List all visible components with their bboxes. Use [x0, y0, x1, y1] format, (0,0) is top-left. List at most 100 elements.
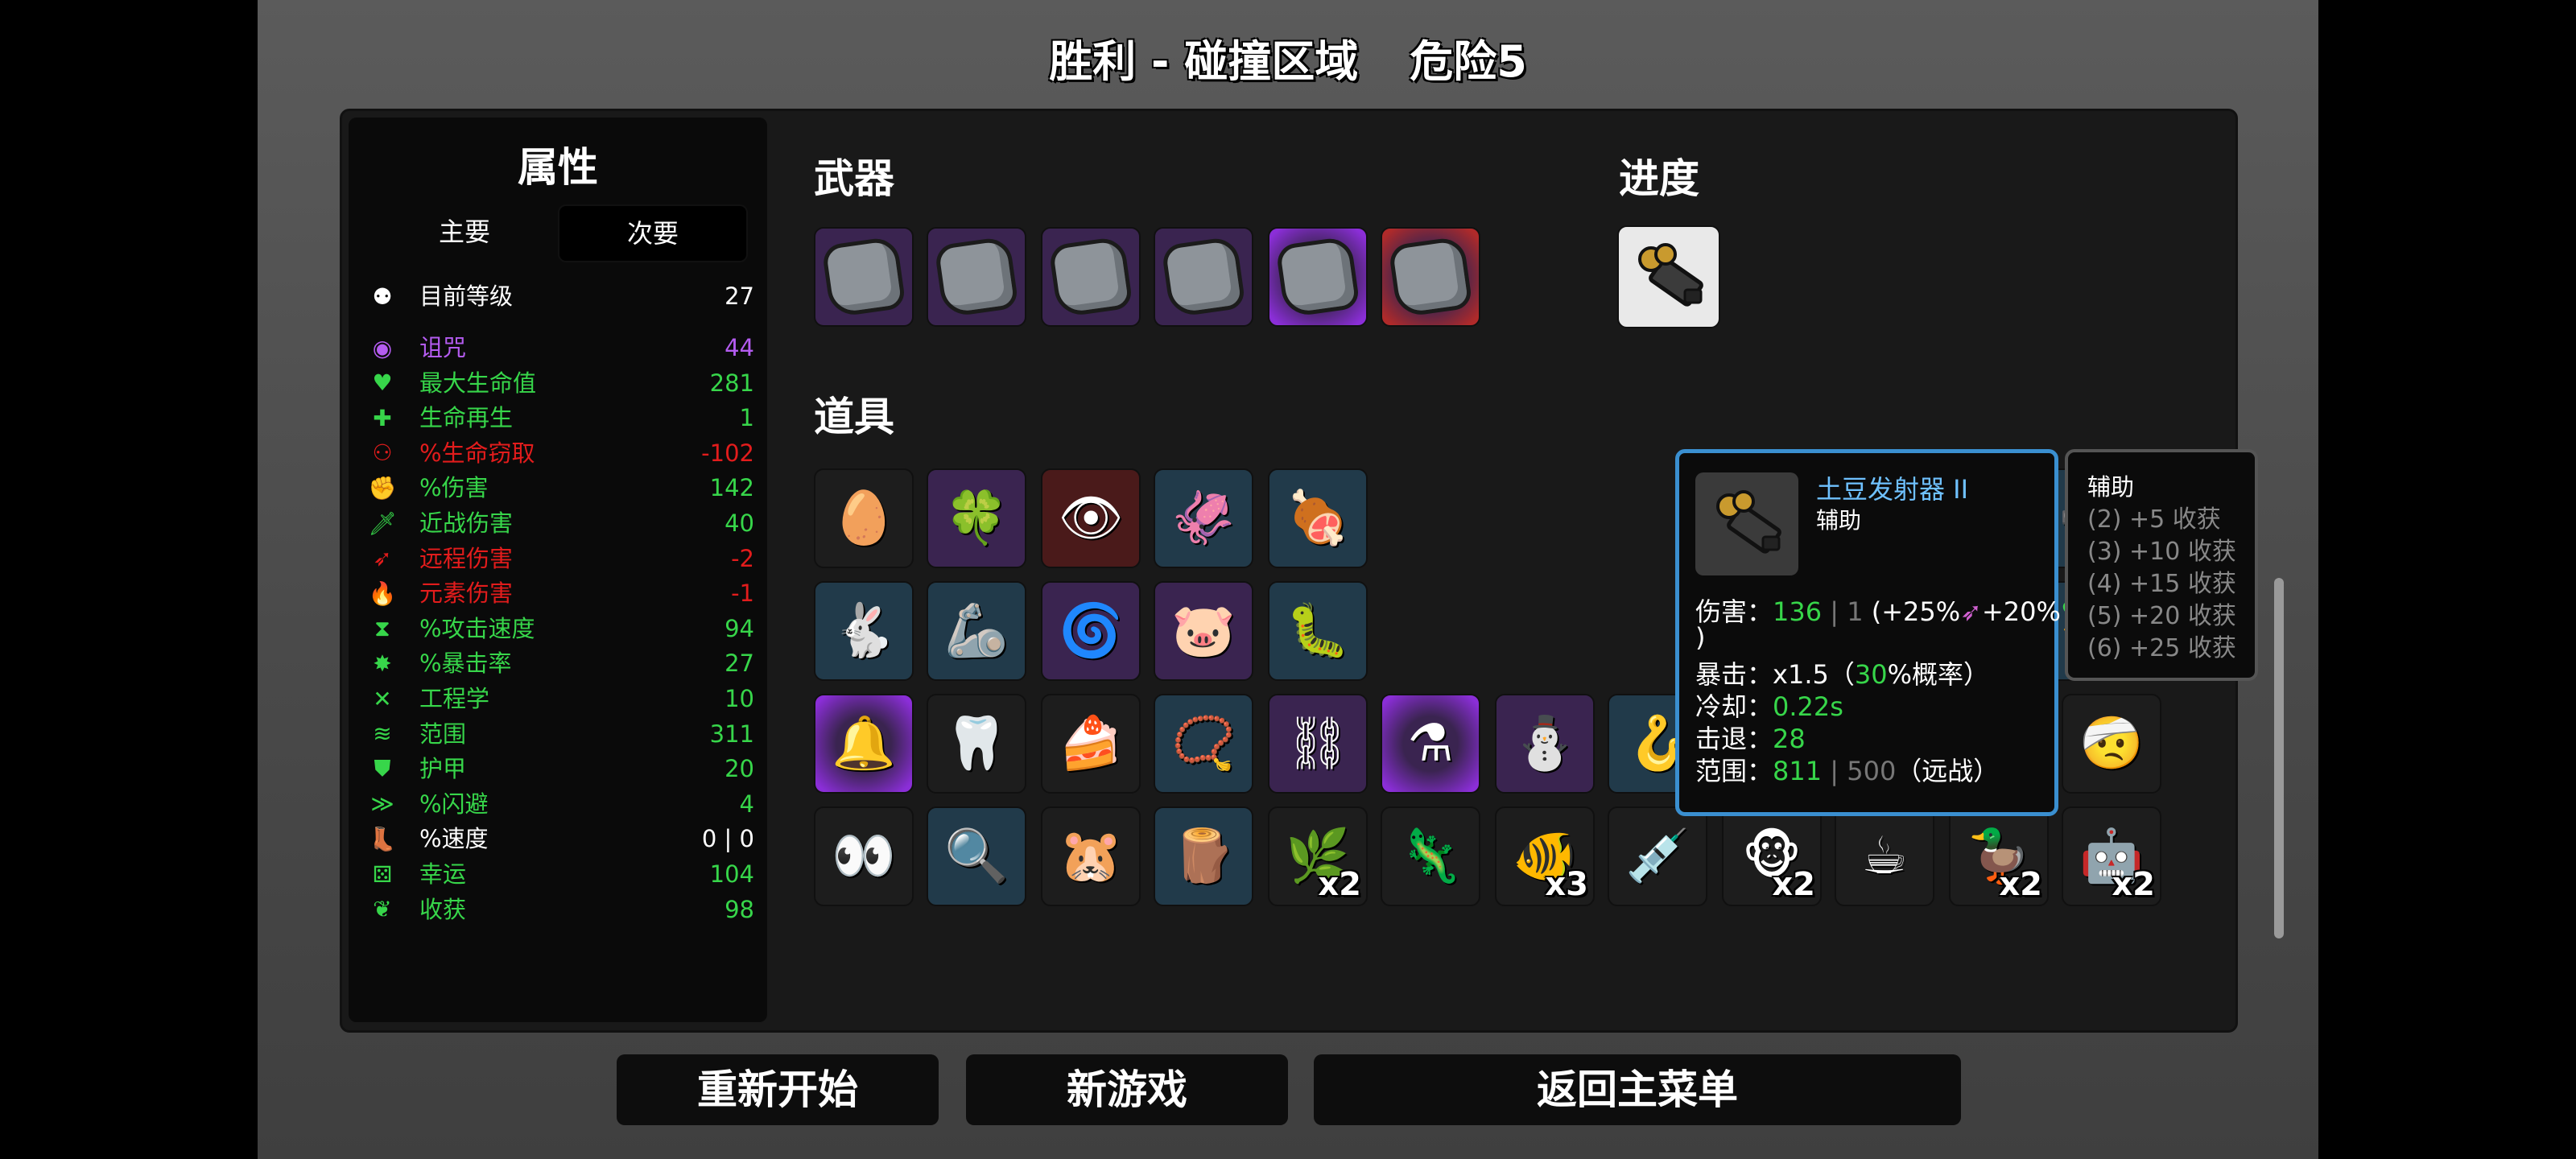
weapon-slot[interactable] [814, 227, 914, 327]
item-slot[interactable]: 🐹 [1041, 806, 1141, 906]
weapon-slot[interactable] [1381, 227, 1480, 327]
potato-launcher-icon [1716, 490, 1781, 554]
red-eyes-icon: 👀 [832, 827, 896, 886]
level-icon: ⚉ [372, 283, 393, 310]
weapon-slot[interactable] [1154, 227, 1253, 327]
clover-icon: 🍀 [944, 489, 1009, 548]
stat-row: ⧗ %攻击速度 94 [368, 612, 754, 645]
item-slot[interactable]: ⚗ [1381, 694, 1480, 794]
crit-chance: 30 [1854, 659, 1888, 690]
stat-label: 收获 [419, 895, 467, 923]
item-slot[interactable]: 👁 [1041, 468, 1141, 568]
cooldown-value: 0.22s [1773, 691, 1843, 722]
bandaged-head-icon: 🤕 [2079, 714, 2144, 773]
damage-value: 136 [1773, 596, 1823, 627]
item-slot[interactable]: 🪵 [1154, 806, 1253, 906]
item-slot[interactable]: 🐵 x2 [1722, 806, 1822, 906]
dice-icon: ⚄ [372, 860, 393, 888]
weapon-slot[interactable] [927, 227, 1026, 327]
item-slot[interactable]: ⛓ [1268, 694, 1368, 794]
item-slot[interactable]: 🔍 [927, 806, 1026, 906]
restart-button[interactable]: 重新开始 [617, 1054, 939, 1125]
item-count: x3 [1545, 866, 1588, 903]
metal-detector-icon: 🔍 [944, 827, 1009, 886]
weapon-slot[interactable] [1041, 227, 1141, 327]
item-slot[interactable]: 🍀 [927, 468, 1026, 568]
stat-value: 142 [709, 474, 754, 502]
scrollbar-thumb[interactable] [2274, 578, 2284, 938]
chain-claw-icon: ⛓ [1285, 714, 1351, 773]
stat-label: %速度 [419, 825, 489, 853]
item-count: x2 [1318, 866, 1361, 903]
stat-row: 👢 %速度 0 | 0 [368, 823, 754, 855]
items-scrollbar[interactable] [2274, 578, 2284, 938]
doll-icon: ⛄ [1513, 714, 1577, 773]
rock-icon [1161, 235, 1246, 319]
item-slot[interactable]: 🤕 [2062, 694, 2161, 794]
stat-row: 🗡 近战伤害 40 [368, 507, 754, 539]
item-slot[interactable]: 🍖 [1268, 468, 1368, 568]
bow-icon: ➶ [373, 545, 392, 572]
eyeball-icon: 👁 [1058, 489, 1124, 548]
flame-icon: 🔥 [368, 580, 397, 607]
item-slot[interactable]: 🐇 [814, 581, 914, 681]
weapon-slot[interactable] [1268, 227, 1368, 327]
crit-label: 暴击： [1695, 659, 1773, 690]
game-screen: 胜利 - 碰撞区域 危险5 属性 主要 次要 ⚉ 目前等级 27 ◉ 诅咒 44 ♥ 最大… [258, 0, 2318, 1159]
set-bonus-tooltip: 辅助 (2) +5 收获 (3) +10 收获 (4) +15 收获 (5) +… [2065, 449, 2258, 681]
item-slot[interactable]: 🐷 [1154, 581, 1253, 681]
spring-icon: 🌀 [1059, 601, 1123, 661]
item-slot[interactable]: 🦎 [1381, 806, 1480, 906]
items-title: 道具 [814, 394, 894, 440]
item-slot[interactable]: 🦆 x2 [1949, 806, 2049, 906]
stick-icon: 🪵 [1171, 827, 1236, 886]
stat-value: 104 [709, 860, 754, 888]
stat-value: -1 [731, 580, 754, 608]
item-slot[interactable]: 👀 [814, 806, 914, 906]
stat-row: ⚄ 幸运 104 [368, 858, 754, 890]
item-slot[interactable]: 🌿 x2 [1268, 806, 1368, 906]
stat-row: ➶ 远程伤害 -2 [368, 542, 754, 575]
stat-label: 工程学 [419, 685, 490, 712]
item-slot[interactable]: 🦷 [927, 694, 1026, 794]
stat-row: ✚ 生命再生 1 [368, 402, 754, 434]
item-slot[interactable]: 🤖 x2 [2062, 806, 2161, 906]
item-slot[interactable]: 🐛 [1268, 581, 1368, 681]
tab-main-stats[interactable]: 主要 [371, 204, 558, 259]
progress-slot[interactable] [1617, 225, 1720, 328]
stat-value: -102 [701, 439, 754, 467]
tab-secondary-stats[interactable]: 次要 [558, 204, 748, 262]
stat-row: ⚇ %生命窃取 -102 [368, 437, 754, 469]
damage-scaling-hp: +20% [1981, 596, 2061, 627]
stat-label: 近战伤害 [419, 509, 514, 537]
item-slot[interactable]: 🐠 x3 [1495, 806, 1595, 906]
item-slot[interactable]: 🍰 [1041, 694, 1141, 794]
rock-icon [821, 235, 906, 319]
stat-value: 10 [724, 685, 754, 712]
item-slot[interactable]: 🦑 [1154, 468, 1253, 568]
set-bonus-title: 辅助 [2087, 473, 2135, 501]
item-slot[interactable]: ☕ [1835, 806, 1934, 906]
item-slot[interactable]: 🥚 [814, 468, 914, 568]
stat-label: %攻击速度 [419, 614, 535, 642]
rock-icon [1048, 235, 1133, 319]
stat-label: %闪避 [419, 790, 489, 818]
item-slot[interactable]: 🔔 [814, 694, 914, 794]
item-slot[interactable]: 🌀 [1041, 581, 1141, 681]
new-game-button[interactable]: 新游戏 [966, 1054, 1288, 1125]
stat-label: %伤害 [419, 474, 489, 502]
stat-value: 281 [709, 369, 754, 397]
item-slot[interactable]: 🦾 [927, 581, 1026, 681]
stat-label: 生命再生 [419, 404, 514, 432]
knockback-value: 28 [1773, 724, 1806, 754]
stat-value: 44 [724, 334, 754, 361]
item-slot[interactable]: 💉 [1608, 806, 1707, 906]
main-menu-button[interactable]: 返回主菜单 [1314, 1054, 1961, 1125]
item-slot[interactable]: 📿 [1154, 694, 1253, 794]
shield-icon: ⛊ [374, 755, 391, 782]
harvest-icon: ❦ [373, 896, 392, 923]
stat-label: 诅咒 [419, 334, 467, 361]
dodge-icon: ≫ [370, 790, 394, 818]
item-slot[interactable]: ⛄ [1495, 694, 1595, 794]
hourglass-icon: ⧗ [374, 614, 390, 641]
